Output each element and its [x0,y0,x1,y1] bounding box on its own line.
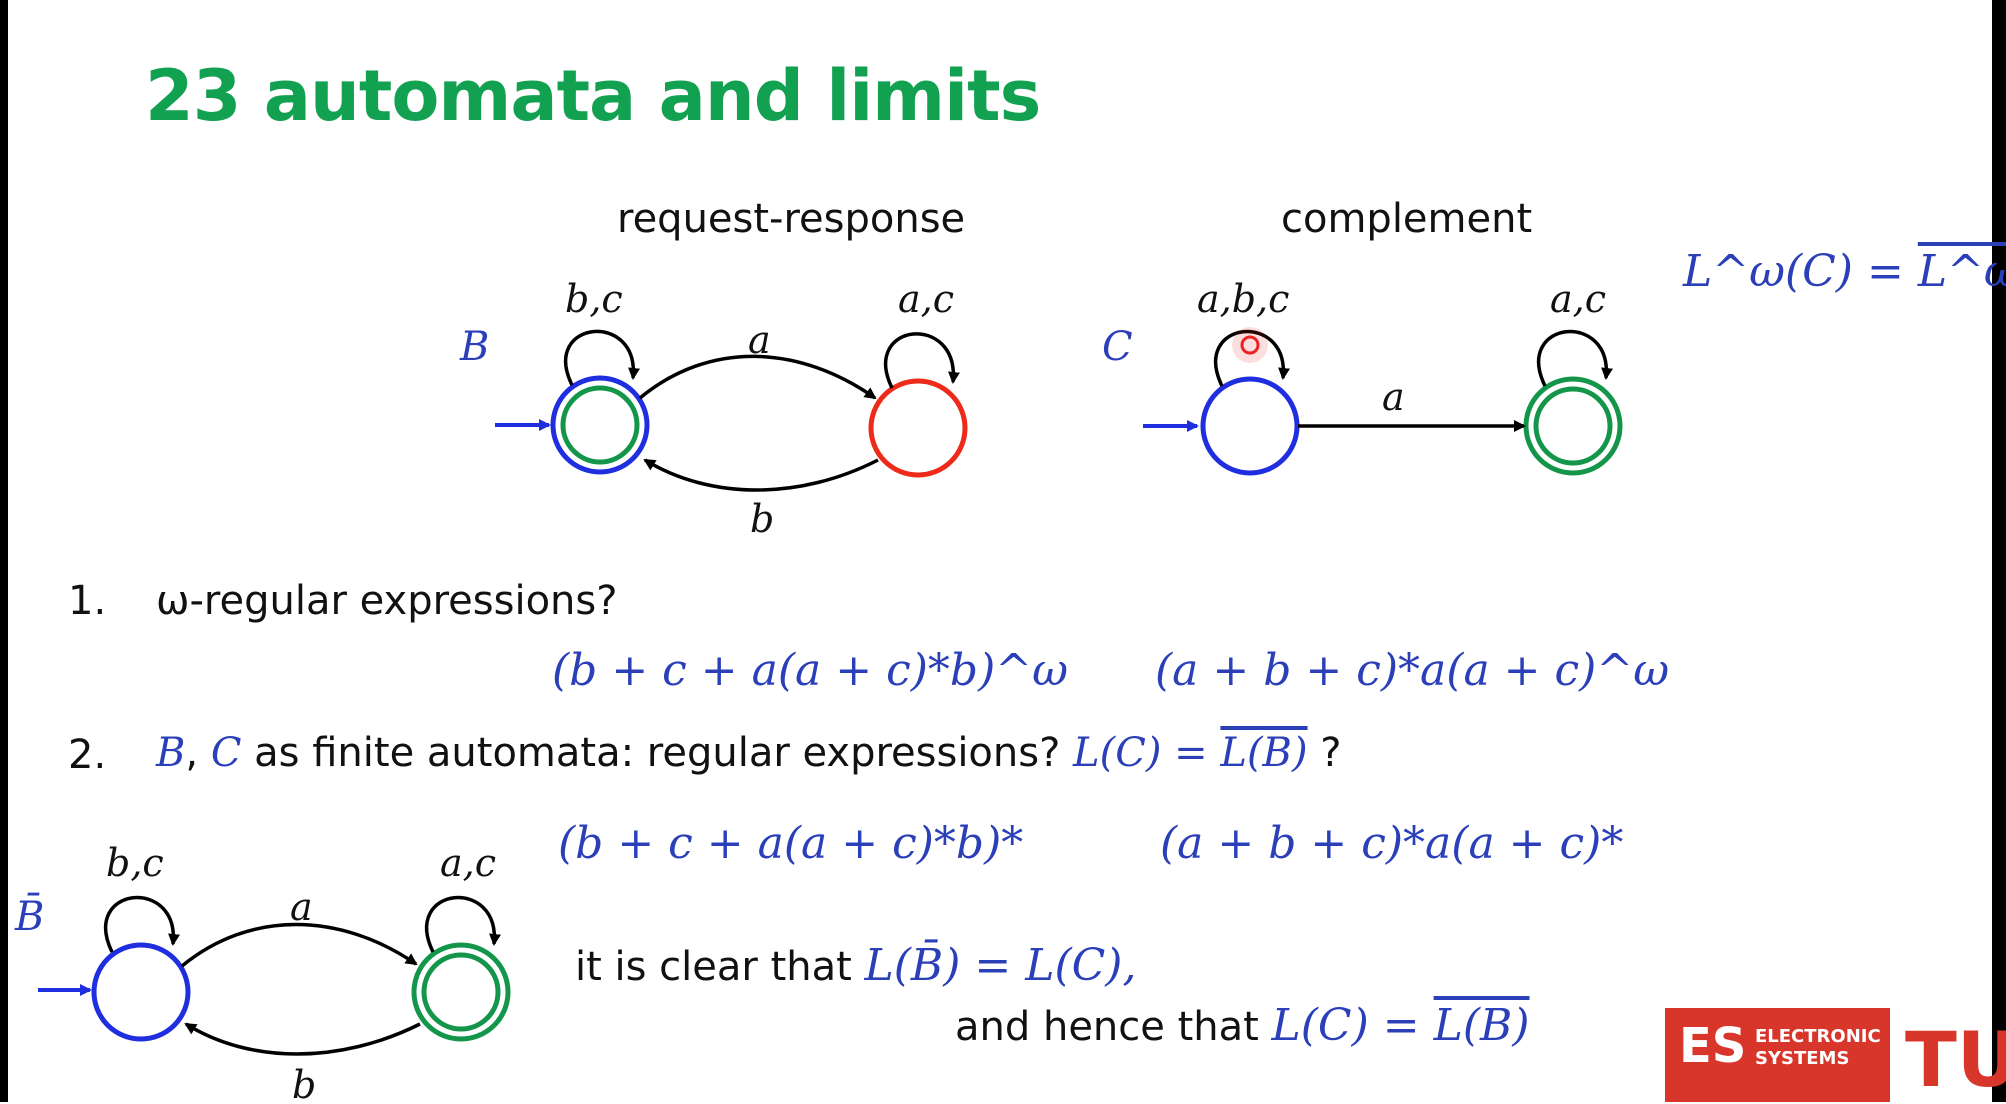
logo-line1: ELECTRONIC [1755,1026,1881,1047]
bbar-edge-a-label: a [290,885,313,929]
b-state-right [868,378,968,478]
hence-eq-lhs: L(C) = [1271,1000,1434,1051]
logo-line2: SYSTEMS [1755,1048,1850,1069]
b-state-initial-accepting-ring [560,385,640,465]
bbar-state-initial [91,942,191,1042]
bbar-state-accepting [411,942,511,1042]
logo-es: ES [1679,1018,1747,1074]
hence-eq-rhs: L(B) [1433,1000,1530,1051]
bbar-loop-right-label: a,c [440,841,496,885]
expr1-left: (b + c + a(a + c)*b)^ω [552,645,1069,696]
item2-eq-rhs: L(B) [1220,730,1308,776]
c-state-accepting-ring [1533,386,1613,466]
c-state-accepting [1523,376,1623,476]
slide: 23 automata and limits request-response … [0,0,2006,1104]
item2-question: ? [1307,730,1342,776]
b-edge-a [638,354,877,400]
item1-text: ω-regular expressions? [156,578,618,624]
clear-text: it is clear that [575,944,865,990]
item2-comma: , [185,730,211,776]
c-loop-left-label: a,b,c [1197,277,1289,321]
expr2-left: (b + c + a(a + c)*b)* [558,818,1024,869]
automaton-c-label: C [1102,324,1133,370]
item2-b: B [156,730,186,776]
item2-c: C [210,730,242,776]
expr1-right: (a + b + c)*a(a + c)^ω [1155,645,1670,696]
c-edge-a-label: a [1382,375,1405,419]
b-edge-b [643,458,879,492]
automaton-bbar: B̄ b,c a,c a b [14,841,511,1102]
expr2-right: (a + b + c)*a(a + c)* [1160,818,1624,869]
automaton-c: C a,b,c a,c a [1102,277,1623,476]
item2-text: as finite automata: regular expressions? [241,730,1074,776]
bbar-edge-b [184,1022,421,1056]
item1-number: 1. [68,578,107,624]
automaton-b-label: B [459,324,489,370]
bbar-edge-a [180,922,418,968]
b-edge-b-label: b [750,497,774,541]
automaton-b: B b,c a,c a b [459,277,968,541]
es-logo: ES ELECTRONIC SYSTEMS [1665,1008,1890,1102]
clear-eq: L(B̄) = L(C), [864,940,1137,991]
bbar-edge-b-label: b [292,1063,316,1102]
item2-number: 2. [68,732,107,778]
clear-line: it is clear that L(B̄) = L(C), [575,940,1136,991]
automata-diagrams: B b,c a,c a b C a,b,c a,c a B̄ b,c a,c a… [14,277,1623,1102]
automaton-bbar-label: B̄ [14,893,44,940]
item2-eq-lhs: L(C) = [1073,730,1221,776]
b-loop-left-label: b,c [565,277,623,321]
c-state-initial [1200,376,1300,476]
bbar-state-accepting-ring [421,952,501,1032]
b-state-initial [550,375,650,475]
b-edge-a-label: a [748,318,771,362]
b-loop-right-label: a,c [898,277,954,321]
bbar-loop-left-label: b,c [106,841,164,885]
hence-line: and hence that L(C) = L(B) [955,1000,1530,1051]
cursor-halo [1232,327,1268,363]
item2-line: B, C as finite automata: regular express… [156,730,1342,776]
hence-text: and hence that [955,1004,1272,1050]
tu-logo: TU [1905,1015,2006,1104]
c-loop-right-label: a,c [1550,277,1606,321]
